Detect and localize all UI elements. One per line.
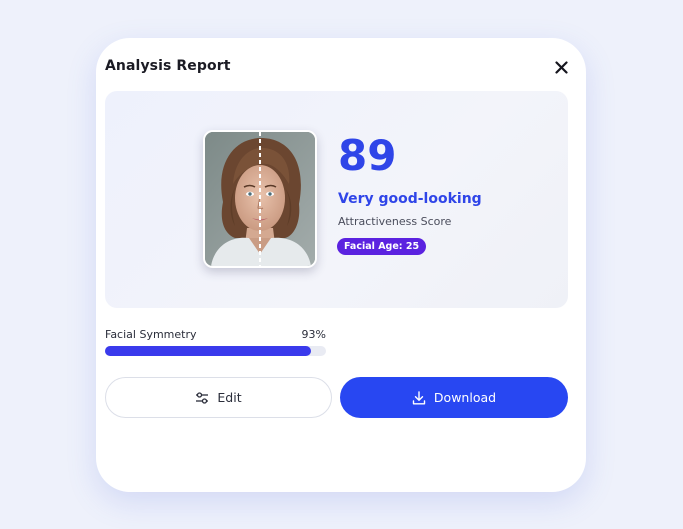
portrait-image <box>205 132 315 266</box>
dialog-title: Analysis Report <box>105 58 231 74</box>
sliders-icon <box>196 391 209 404</box>
download-button[interactable]: Download <box>340 377 568 418</box>
score-subtitle: Attractiveness Score <box>338 215 452 228</box>
symmetry-progress-bar <box>105 346 326 356</box>
symmetry-value: 93% <box>301 328 326 341</box>
score-value: 89 <box>338 131 397 180</box>
download-button-label: Download <box>433 390 497 405</box>
analysis-report-dialog: Analysis Report 89 Very good-looking Att… <box>96 38 586 492</box>
close-button[interactable] <box>550 56 572 78</box>
result-panel: 89 Very good-looking Attractiveness Scor… <box>105 91 568 308</box>
face-photo <box>203 130 317 268</box>
close-icon <box>554 60 568 74</box>
edit-button[interactable]: Edit <box>105 377 332 418</box>
download-icon <box>412 390 426 404</box>
symmetry-label: Facial Symmetry <box>105 328 197 341</box>
edit-button-label: Edit <box>217 390 242 405</box>
score-verdict: Very good-looking <box>338 191 482 207</box>
symmetry-progress-fill <box>105 346 311 356</box>
facial-age-badge: Facial Age: 25 <box>337 238 427 255</box>
